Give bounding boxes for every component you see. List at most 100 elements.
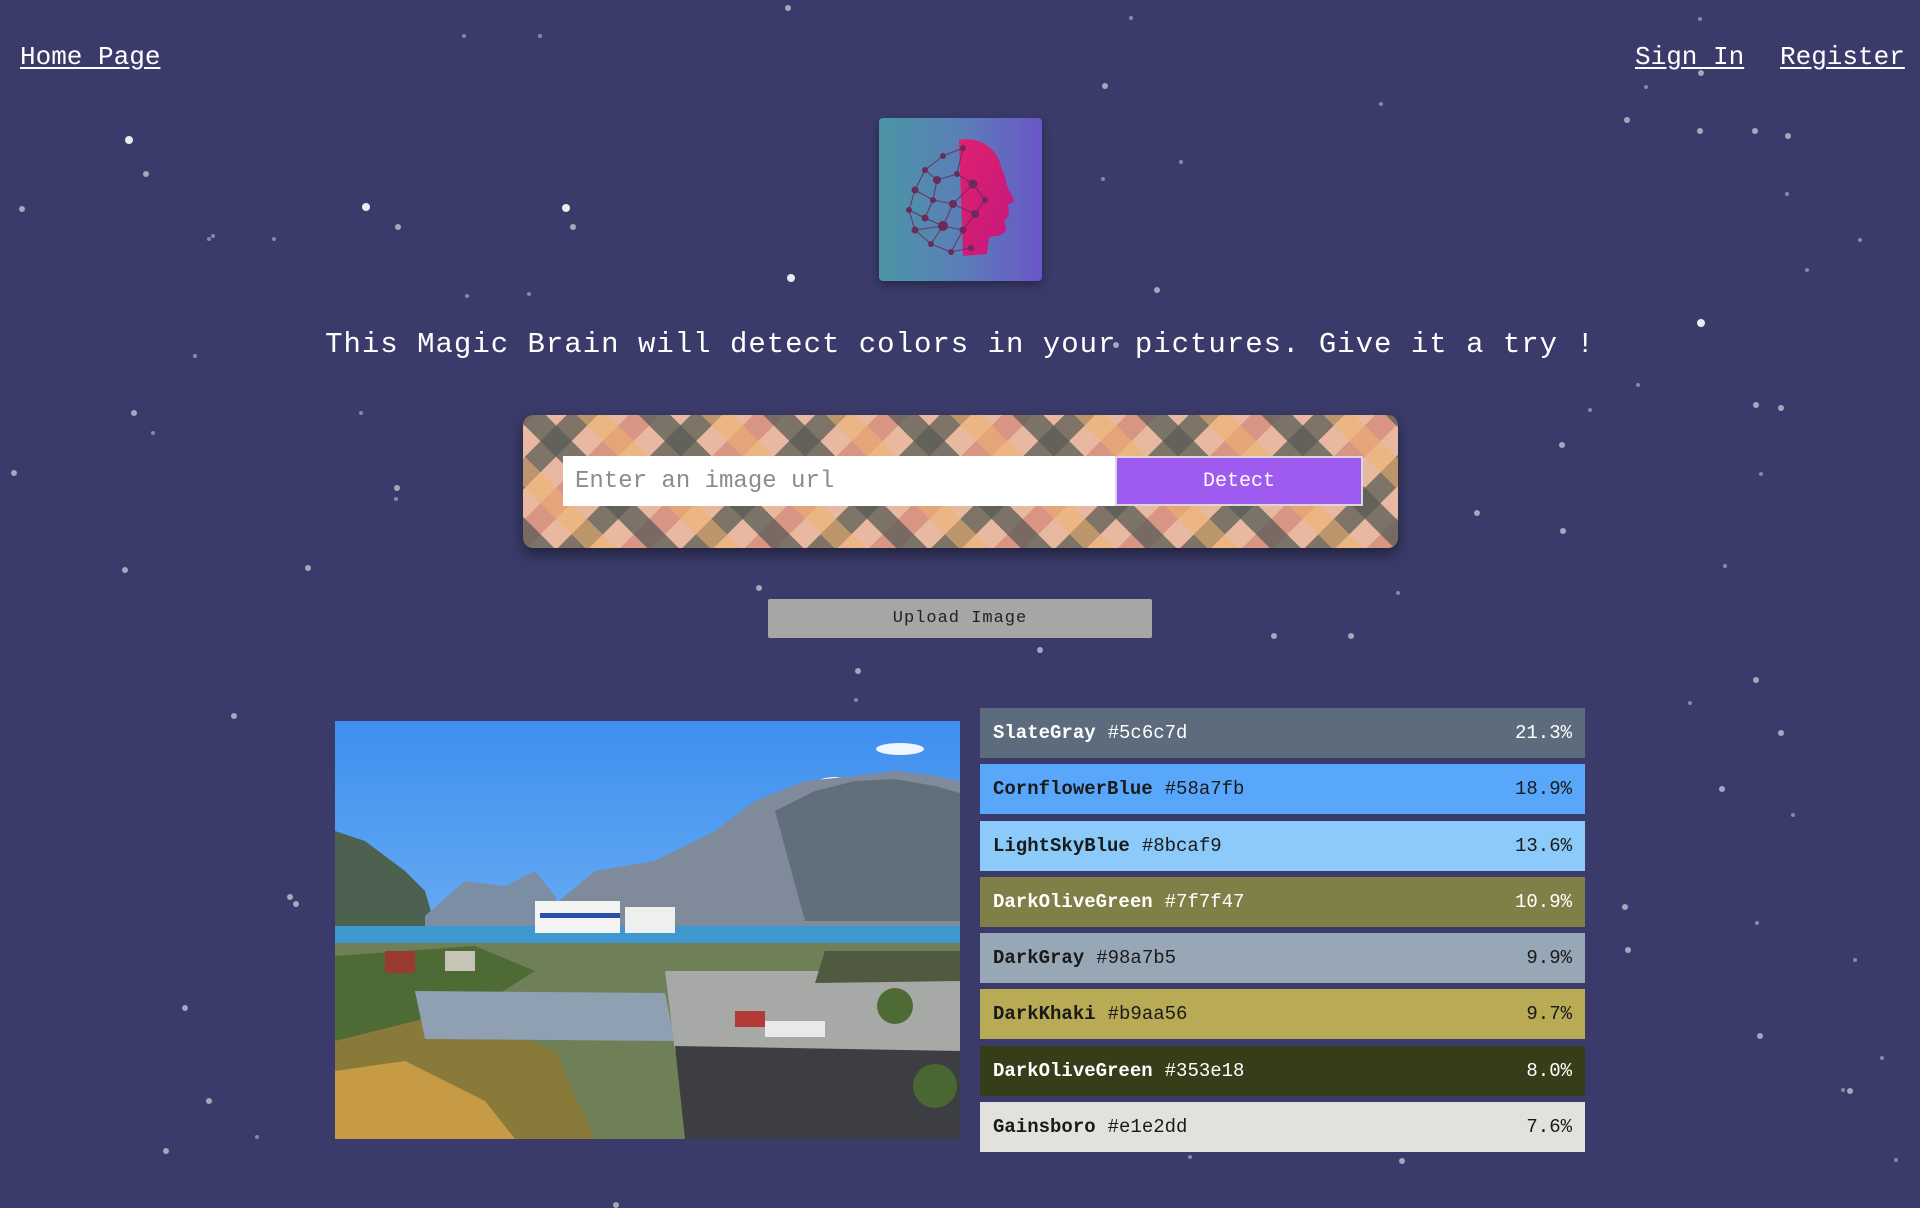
star-particle bbox=[207, 237, 211, 241]
palette-swatch-row: CornflowerBlue #58a7fb 18.9% bbox=[980, 764, 1585, 815]
star-particle bbox=[1753, 402, 1759, 408]
swatch-color-name: SlateGray bbox=[993, 722, 1096, 744]
star-particle bbox=[272, 237, 276, 241]
swatch-color-name: DarkGray bbox=[993, 947, 1085, 970]
star-particle bbox=[1880, 1056, 1884, 1060]
star-particle bbox=[1396, 591, 1400, 595]
swatch-percentage: 8.0% bbox=[1526, 1059, 1572, 1082]
star-particle bbox=[1271, 633, 1277, 639]
nav-register-link[interactable]: Register bbox=[1780, 42, 1905, 72]
star-particle bbox=[211, 234, 215, 238]
swatch-color-name: DarkOliveGreen bbox=[993, 1059, 1153, 1082]
star-particle bbox=[1560, 528, 1566, 534]
star-particle bbox=[1588, 408, 1592, 412]
star-particle bbox=[1559, 442, 1565, 448]
swatch-hex-code: #7f7f47 bbox=[1164, 890, 1245, 913]
star-particle bbox=[1636, 383, 1640, 387]
star-particle bbox=[613, 1202, 619, 1208]
star-particle bbox=[1697, 128, 1703, 134]
swatch-hex-code: #5c6c7d bbox=[1107, 722, 1188, 744]
star-particle bbox=[1625, 947, 1631, 953]
star-particle bbox=[1101, 177, 1105, 181]
swatch-color-name: LightSkyBlue bbox=[993, 834, 1130, 857]
star-particle bbox=[305, 565, 311, 571]
star-particle bbox=[1644, 85, 1648, 89]
star-particle bbox=[255, 1135, 259, 1139]
swatch-color-name: Gainsboro bbox=[993, 1116, 1096, 1139]
star-particle bbox=[1894, 1158, 1898, 1162]
star-particle bbox=[143, 171, 149, 177]
image-url-form: Detect bbox=[523, 415, 1398, 548]
swatch-percentage: 18.9% bbox=[1514, 778, 1572, 801]
star-particle bbox=[538, 34, 542, 38]
palette-swatch-row: DarkGray #98a7b5 9.9% bbox=[980, 933, 1585, 984]
star-particle bbox=[231, 713, 237, 719]
star-particle bbox=[1723, 564, 1727, 568]
star-particle bbox=[1719, 786, 1725, 792]
star-particle bbox=[293, 901, 299, 907]
swatch-hex-code: #98a7b5 bbox=[1096, 947, 1177, 970]
star-particle bbox=[1688, 701, 1692, 705]
star-particle bbox=[756, 585, 762, 591]
star-particle bbox=[1778, 405, 1784, 411]
star-particle bbox=[1622, 904, 1628, 910]
palette-swatch-row: DarkOliveGreen #353e18 8.0% bbox=[980, 1045, 1585, 1096]
swatch-percentage: 10.9% bbox=[1514, 890, 1572, 913]
star-particle bbox=[19, 206, 25, 212]
star-particle bbox=[394, 485, 400, 491]
palette-swatch-row: LightSkyBlue #8bcaf9 13.6% bbox=[980, 820, 1585, 871]
swatch-color-name: DarkKhaki bbox=[993, 1003, 1096, 1026]
swatch-percentage: 9.9% bbox=[1526, 947, 1572, 970]
palette-swatch-row: Gainsboro #e1e2dd 7.6% bbox=[980, 1102, 1585, 1153]
star-particle bbox=[855, 668, 861, 674]
page: Home Page Sign In Register This Magic Br… bbox=[0, 0, 1920, 1208]
upload-image-button[interactable]: Upload Image bbox=[768, 599, 1152, 638]
star-particle bbox=[395, 224, 401, 230]
star-particle bbox=[1841, 1088, 1845, 1092]
tagline: This Magic Brain will detect colors in y… bbox=[325, 328, 1595, 361]
palette-swatch-row: DarkKhaki #b9aa56 9.7% bbox=[980, 989, 1585, 1040]
swatch-color-name: CornflowerBlue bbox=[993, 778, 1153, 801]
star-particle bbox=[1624, 117, 1630, 123]
star-particle bbox=[1858, 238, 1862, 242]
swatch-hex-code: #8bcaf9 bbox=[1141, 834, 1222, 857]
star-particle bbox=[131, 410, 137, 416]
swatch-percentage: 9.7% bbox=[1526, 1003, 1572, 1026]
star-particle bbox=[151, 431, 155, 435]
swatch-percentage: 21.3% bbox=[1514, 722, 1572, 744]
star-particle bbox=[122, 567, 128, 573]
star-particle bbox=[465, 294, 469, 298]
image-url-input[interactable] bbox=[563, 456, 1115, 506]
detect-button[interactable]: Detect bbox=[1115, 456, 1363, 506]
swatch-hex-code: #e1e2dd bbox=[1107, 1116, 1188, 1139]
star-particle bbox=[562, 204, 570, 212]
star-particle bbox=[1379, 102, 1383, 106]
star-particle bbox=[1791, 813, 1795, 817]
star-particle bbox=[359, 411, 363, 415]
uploaded-image bbox=[335, 721, 960, 1139]
palette-swatch-row: DarkOliveGreen #7f7f47 10.9% bbox=[980, 876, 1585, 927]
star-particle bbox=[1348, 633, 1354, 639]
star-particle bbox=[785, 5, 791, 11]
star-particle bbox=[1755, 921, 1759, 925]
swatch-percentage: 13.6% bbox=[1514, 834, 1572, 857]
nav-sign-in-link[interactable]: Sign In bbox=[1635, 42, 1744, 72]
brain-face-logo-icon bbox=[906, 139, 1014, 256]
star-particle bbox=[1757, 1033, 1763, 1039]
logo[interactable] bbox=[879, 118, 1042, 281]
star-particle bbox=[570, 224, 576, 230]
palette-swatch-row: SlateGray #5c6c7d 21.3% bbox=[980, 708, 1585, 758]
star-particle bbox=[1847, 1088, 1853, 1094]
star-particle bbox=[1785, 133, 1791, 139]
nav-home-page-link[interactable]: Home Page bbox=[20, 42, 160, 72]
swatch-color-name: DarkOliveGreen bbox=[993, 890, 1153, 913]
star-particle bbox=[1129, 16, 1133, 20]
star-particle bbox=[1778, 730, 1784, 736]
star-particle bbox=[125, 136, 133, 144]
star-particle bbox=[1179, 160, 1183, 164]
star-particle bbox=[1785, 192, 1789, 196]
star-particle bbox=[1697, 319, 1705, 327]
star-particle bbox=[1853, 958, 1857, 962]
star-particle bbox=[1752, 128, 1758, 134]
star-particle bbox=[206, 1098, 212, 1104]
